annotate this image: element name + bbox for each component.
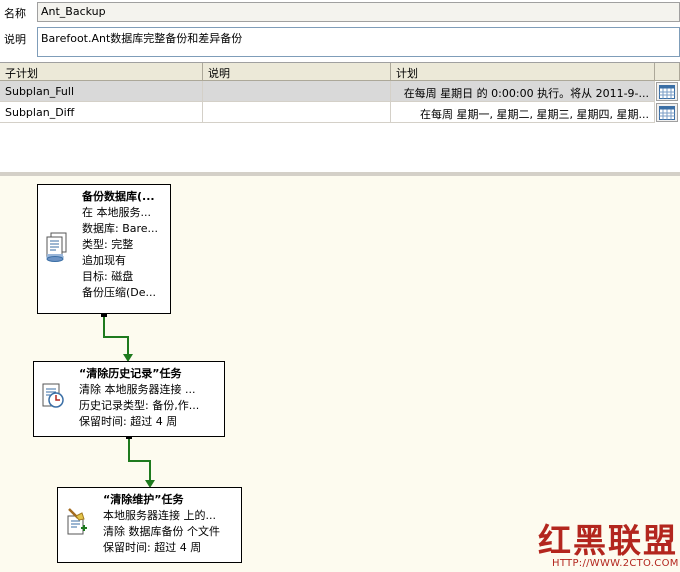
designer-canvas: 备份数据库(... 在 本地服务... 数据库: Bare... 类型: 完整 … <box>0 176 680 572</box>
subplan-grid: 子计划 说明 计划 Subplan_Full 在每周 星期日 的 0:00:00… <box>0 62 680 172</box>
watermark-url: HTTP://WWW.2CTO.COM <box>552 558 679 569</box>
cell-description[interactable] <box>203 102 391 123</box>
task-detail: 清除 数据库备份 个文件 <box>103 525 220 538</box>
description-field[interactable]: Barefoot.Ant数据库完整备份和差异备份 <box>37 27 680 57</box>
maintenance-cleanup-icon <box>67 508 87 535</box>
task-detail: 数据库: Bare... <box>82 222 159 235</box>
column-header-schedule[interactable]: 计划 <box>391 63 655 81</box>
task-detail: 在 本地服务... <box>82 206 151 219</box>
column-header-subplan[interactable]: 子计划 <box>0 63 203 81</box>
calendar-icon <box>659 105 675 120</box>
task-detail: 保留时间: 超过 4 周 <box>79 415 178 428</box>
description-label: 说明 <box>4 33 26 46</box>
connector-1 <box>103 316 129 360</box>
task-title: “清除维护”任务 <box>103 493 184 506</box>
task-detail: 类型: 完整 <box>82 238 134 251</box>
name-label: 名称 <box>4 7 26 20</box>
cell-description[interactable] <box>203 81 391 102</box>
backup-database-task[interactable]: 备份数据库(... 在 本地服务... 数据库: Bare... 类型: 完整 … <box>37 184 171 314</box>
calendar-icon <box>659 84 675 99</box>
cell-schedule[interactable]: 在每周 星期一, 星期二, 星期三, 星期四, 星期... <box>391 102 655 123</box>
task-detail: 目标: 磁盘 <box>82 270 134 283</box>
connector-2 <box>128 437 151 486</box>
column-header-button <box>655 63 680 81</box>
task-detail: 本地服务器连接 上的... <box>103 509 216 522</box>
watermark-logo: 红黑联盟 <box>538 521 678 560</box>
cell-subplan[interactable]: Subplan_Diff <box>0 102 203 123</box>
schedule-button[interactable] <box>656 82 678 101</box>
cell-subplan[interactable]: Subplan_Full <box>0 81 203 102</box>
task-title: “清除历史记录”任务 <box>79 367 182 380</box>
task-detail: 清除 本地服务器连接 ... <box>79 383 196 396</box>
history-cleanup-task[interactable]: “清除历史记录”任务 清除 本地服务器连接 ... 历史记录类型: 备份,作..… <box>33 361 225 437</box>
maintenance-cleanup-task[interactable]: “清除维护”任务 本地服务器连接 上的... 清除 数据库备份 个文件 保留时间… <box>57 487 242 563</box>
column-header-description[interactable]: 说明 <box>203 63 391 81</box>
schedule-button[interactable] <box>656 103 678 122</box>
task-title: 备份数据库(... <box>82 190 155 203</box>
cell-schedule[interactable]: 在每周 星期日 的 0:00:00 执行。将从 2011-9-... <box>391 81 655 102</box>
task-detail: 历史记录类型: 备份,作... <box>79 399 200 412</box>
task-detail: 保留时间: 超过 4 周 <box>103 541 202 554</box>
task-detail: 追加现有 <box>82 254 126 267</box>
task-detail: 备份压缩(De... <box>82 286 157 299</box>
history-cleanup-icon <box>42 383 64 408</box>
backup-database-icon <box>46 232 67 262</box>
name-field[interactable]: Ant_Backup <box>37 2 680 22</box>
